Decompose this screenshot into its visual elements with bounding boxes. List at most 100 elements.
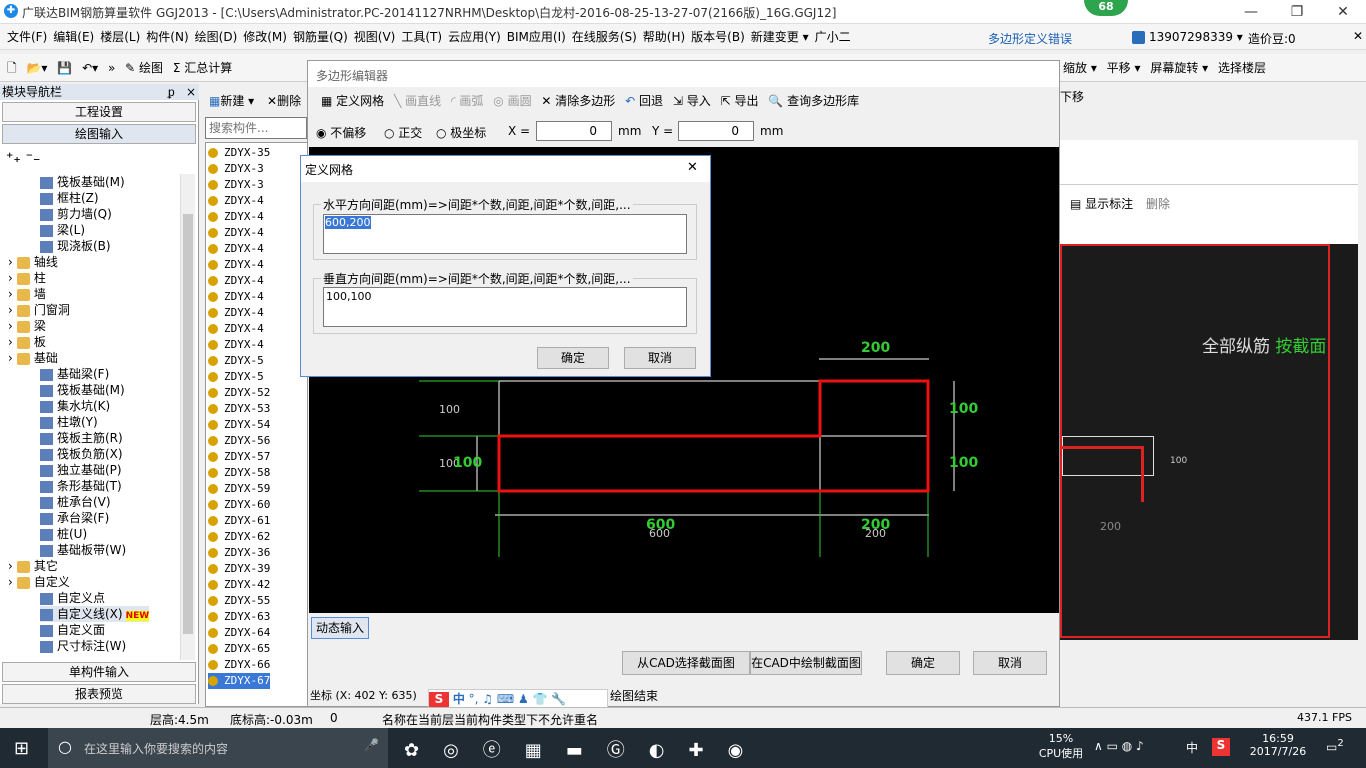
list-item[interactable]: ZDYX-60 [208, 497, 270, 513]
y-input[interactable]: 0 [678, 121, 754, 141]
list-item[interactable]: ZDYX-4 [208, 241, 264, 257]
list-item[interactable]: ZDYX-63 [208, 609, 270, 625]
list-item[interactable]: ZDYX-4 [208, 305, 264, 321]
expander-icon[interactable]: › [8, 559, 13, 573]
editor-ok-button[interactable]: 确定 [886, 651, 960, 675]
list-item[interactable]: ZDYX-56 [208, 433, 270, 449]
tree-item[interactable]: › 其它 [8, 558, 58, 574]
minimize-button[interactable]: — [1228, 0, 1274, 24]
move-down-button[interactable]: 下移 [1060, 88, 1084, 105]
tree-item[interactable]: › 轴线 [8, 254, 58, 270]
list-item[interactable]: ZDYX-58 [208, 465, 270, 481]
undo-button[interactable]: ↶ 回退 [622, 89, 666, 113]
tree-item[interactable]: 筏板主筋(R) [40, 430, 123, 446]
tree-item[interactable]: 条形基础(T) [40, 478, 122, 494]
delete-component-button[interactable]: ✕删除 [267, 92, 301, 109]
report-preview-button[interactable]: 报表预览 [2, 684, 196, 704]
menu-item-1[interactable]: 编辑(E) [50, 24, 97, 50]
expander-icon[interactable]: › [8, 303, 13, 317]
tree-item[interactable]: 柱墩(Y) [40, 414, 98, 430]
editor-cancel-button[interactable]: 取消 [973, 651, 1047, 675]
select-floor-button[interactable]: 选择楼层 [1215, 56, 1269, 80]
tree-item[interactable]: 基础板带(W) [40, 542, 126, 558]
expander-icon[interactable]: › [8, 335, 13, 349]
polar-radio[interactable]: ○ 极坐标 [436, 124, 486, 141]
windows-start-icon[interactable]: ⊞ [14, 738, 29, 759]
score-badge[interactable]: 68 [1084, 0, 1128, 16]
tree-item[interactable]: › 自定义 [8, 574, 70, 590]
undo-icon[interactable]: ↶▾ [79, 56, 101, 80]
expander-icon[interactable]: › [8, 319, 13, 333]
list-item[interactable]: ZDYX-4 [208, 321, 264, 337]
tree-item[interactable]: › 梁 [8, 318, 46, 334]
tree-item[interactable]: 独立基础(P) [40, 462, 122, 478]
tree-item[interactable]: 桩承台(V) [40, 494, 111, 510]
close-button[interactable]: ✕ [1320, 0, 1366, 24]
list-item[interactable]: ZDYX-61 [208, 513, 270, 529]
define-grid-button[interactable]: ▦ 定义网格 [318, 89, 387, 113]
notification-center-icon[interactable]: ▭2 [1326, 738, 1344, 754]
sum-calc-button[interactable]: Σ 汇总计算 [170, 56, 235, 80]
list-item[interactable]: ZDYX-65 [208, 641, 270, 657]
clear-polygon-button[interactable]: ✕ 清除多边形 [538, 89, 618, 113]
dialog-ok-button[interactable]: 确定 [537, 347, 609, 369]
save-icon[interactable]: 💾 [54, 56, 75, 80]
tree-item[interactable]: 自定义线(X) NEW [40, 606, 150, 622]
menu-item-3[interactable]: 构件(N) [143, 24, 191, 50]
list-item[interactable]: ZDYX-54 [208, 417, 270, 433]
list-item[interactable]: ZDYX-66 [208, 657, 270, 673]
menu-item-13[interactable]: 版本号(B) [688, 24, 748, 50]
new-component-button[interactable]: ▦新建 ▾ [209, 92, 254, 109]
list-item[interactable]: ZDYX-5 [208, 353, 264, 369]
expander-icon[interactable]: › [8, 575, 13, 589]
menu-item-0[interactable]: 文件(F) [4, 24, 50, 50]
expand-collapse-icons[interactable]: ⁺₊ ⁻₋ [6, 150, 40, 166]
tree-item[interactable]: 基础梁(F) [40, 366, 109, 382]
tree-scrollbar[interactable] [180, 174, 195, 660]
list-item[interactable]: ZDYX-67 [208, 673, 271, 689]
menu-item-7[interactable]: 视图(V) [351, 24, 399, 50]
list-item[interactable]: ZDYX-59 [208, 481, 270, 497]
tray-lang[interactable]: 中 [1186, 739, 1198, 756]
menu-item-4[interactable]: 绘图(D) [192, 24, 241, 50]
menu-item-2[interactable]: 楼层(L) [97, 24, 143, 50]
pan-button[interactable]: 平移 ▾ [1104, 56, 1144, 80]
screen-rotate-button[interactable]: 屏幕旋转 ▾ [1147, 56, 1211, 80]
tree-item[interactable]: › 门窗洞 [8, 302, 70, 318]
right-delete-button[interactable]: 删除 [1146, 195, 1170, 212]
menu-item-5[interactable]: 修改(M) [240, 24, 290, 50]
x-input[interactable]: 0 [536, 121, 612, 141]
list-item[interactable]: ZDYX-42 [208, 577, 270, 593]
list-item[interactable]: ZDYX-64 [208, 625, 270, 641]
list-item[interactable]: ZDYX-4 [208, 273, 264, 289]
clock[interactable]: 16:59 2017/7/26 [1246, 732, 1310, 758]
zoom-button[interactable]: 缩放 ▾ [1060, 56, 1100, 80]
list-item[interactable]: ZDYX-53 [208, 401, 270, 417]
list-item[interactable]: ZDYX-57 [208, 449, 270, 465]
list-item[interactable]: ZDYX-5 [208, 369, 264, 385]
select-from-cad-button[interactable]: 从CAD选择截面图 [622, 651, 750, 675]
show-label-toggle[interactable]: ▤ 显示标注 [1070, 195, 1133, 212]
list-item[interactable]: ZDYX-3 [208, 161, 264, 177]
expander-icon[interactable]: › [8, 351, 13, 365]
tree-item[interactable]: 梁(L) [40, 222, 85, 238]
menu-close-icon[interactable]: ✕ [1353, 29, 1363, 43]
tree-item[interactable]: 筏板负筋(X) [40, 446, 123, 462]
ime-tools-icons[interactable]: °, ♫ ⌨ ♟ 👕 🔧 [469, 692, 567, 706]
tree-item[interactable]: 集水坑(K) [40, 398, 110, 414]
pin-icon[interactable]: ᵱ [168, 84, 175, 100]
expander-icon[interactable]: › [8, 271, 13, 285]
tree-item[interactable]: 自定义点 [40, 590, 105, 606]
list-item[interactable]: ZDYX-55 [208, 593, 270, 609]
tree-item[interactable]: 筏板基础(M) [40, 382, 125, 398]
taskbar-search[interactable]: ○ 在这里输入你要搜索的内容 🎤 [48, 728, 388, 768]
ime-lang[interactable]: 中 [453, 692, 465, 706]
list-item[interactable]: ZDYX-62 [208, 529, 270, 545]
list-item[interactable]: ZDYX-4 [208, 289, 264, 305]
menu-item-15[interactable]: 广小二 [812, 24, 854, 50]
list-item[interactable]: ZDYX-3 [208, 177, 264, 193]
tree-item[interactable]: › 基础 [8, 350, 58, 366]
restore-button[interactable]: ❐ [1274, 0, 1320, 24]
project-settings-button[interactable]: 工程设置 [2, 102, 196, 122]
expander-icon[interactable]: › [8, 287, 13, 301]
